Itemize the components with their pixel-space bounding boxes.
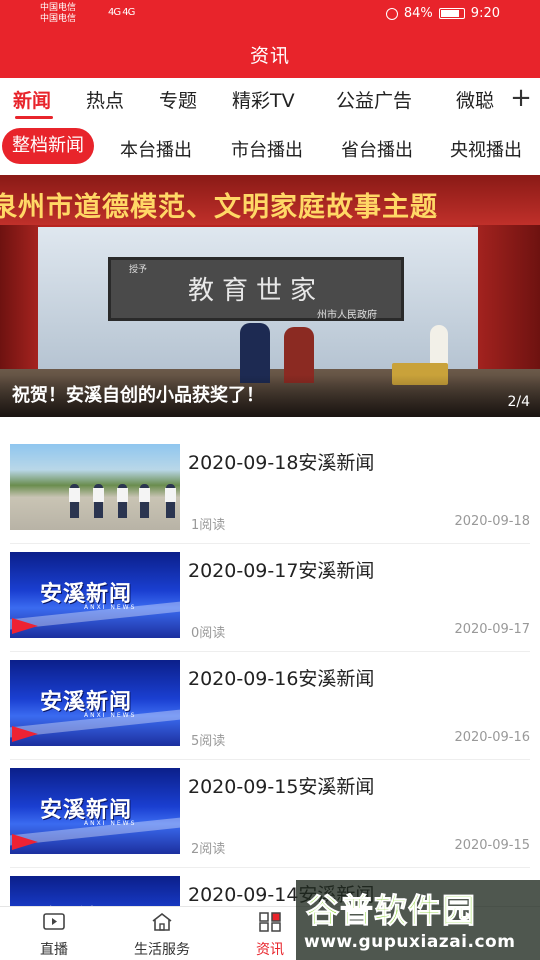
tab-micro[interactable]: 微聪 — [456, 86, 494, 113]
watermark-url: www.gupuxiazai.com — [304, 932, 516, 952]
carrier-name-1: 中国电信 — [40, 3, 77, 13]
banner-carousel[interactable]: 泉州市道德模范、文明家庭故事主题 授予 教育世家 州市人民政府 祝贺！安溪自创的… — [0, 175, 540, 417]
thumb-logo-en: ANXI NEWS — [84, 604, 137, 611]
tab-hot[interactable]: 热点 — [86, 86, 124, 113]
page-title: 资讯 — [249, 45, 290, 67]
list-item[interactable]: 安溪新闻 ANXI NEWS 2020-09-16安溪新闻 5阅读 2020-0… — [10, 652, 530, 760]
status-bar: 中国电信 中国电信 4G 4G 84% 9:20 — [0, 0, 540, 30]
nav-live[interactable]: 直播 — [0, 907, 108, 960]
thumb-logo-en: ANXI NEWS — [84, 712, 137, 719]
subtab-province[interactable]: 省台播出 — [341, 136, 413, 162]
carrier-name-2: 中国电信 — [40, 14, 77, 24]
news-thumbnail — [10, 444, 180, 530]
news-read-count: 2阅读 — [191, 842, 226, 857]
tab-news[interactable]: 新闻 — [13, 86, 51, 113]
news-date: 2020-09-18 — [454, 514, 530, 529]
news-title: 2020-09-17安溪新闻 — [188, 560, 375, 582]
list-item[interactable]: 安溪新闻 ANXI NEWS 2020-09-15安溪新闻 2阅读 2020-0… — [10, 760, 530, 868]
nav-life-services[interactable]: 生活服务 — [108, 907, 216, 960]
watermark-text: 谷普软件园 — [306, 891, 476, 931]
banner-caption: 祝贺！安溪自创的小品获奖了！ — [12, 385, 264, 406]
signal-icon: 4G 4G — [108, 7, 135, 18]
play-icon — [43, 913, 65, 930]
category-tabs: 新闻 热点 专题 精彩TV 公益广告 微聪 + — [0, 78, 540, 122]
subtab-cctv[interactable]: 央视播出 — [450, 136, 522, 162]
plaque-sub-text: 州市人民政府 — [317, 310, 377, 321]
watermark: 谷普软件园 www.gupuxiazai.com — [296, 880, 540, 960]
tab-public-ads[interactable]: 公益广告 — [336, 86, 412, 113]
news-date: 2020-09-16 — [454, 730, 530, 745]
status-right: 84% 9:20 — [385, 6, 500, 21]
plaque-main-text: 教育世家 — [187, 276, 324, 306]
tab-topics[interactable]: 专题 — [159, 86, 197, 113]
news-thumbnail: 安溪新闻 ANXI NEWS — [10, 552, 180, 638]
list-item[interactable]: 2020-09-18安溪新闻 1阅读 2020-09-18 — [10, 436, 530, 544]
news-date: 2020-09-15 — [454, 838, 530, 853]
battery-icon — [438, 8, 465, 19]
award-plaque: 授予 教育世家 州市人民政府 — [108, 257, 404, 321]
home-icon — [152, 912, 172, 931]
stage-headline: 泉州市道德模范、文明家庭故事主题 — [0, 192, 438, 223]
clock: 9:20 — [470, 6, 500, 21]
banner-page-counter: 2/4 — [507, 394, 530, 410]
subtab-local[interactable]: 本台播出 — [120, 136, 192, 162]
nav-label: 生活服务 — [134, 942, 190, 958]
subtab-full-news[interactable]: 整档新闻 — [2, 128, 94, 164]
news-thumbnail: 安溪新闻 ANXI NEWS — [10, 768, 180, 854]
news-read-count: 5阅读 — [191, 734, 226, 749]
carrier-info: 中国电信 中国电信 — [40, 3, 76, 25]
app-header: 中国电信 中国电信 4G 4G 84% 9:20 资讯 — [0, 0, 540, 78]
list-item[interactable]: 安溪新闻 ANXI NEWS 2020-09-17安溪新闻 0阅读 2020-0… — [10, 544, 530, 652]
news-title: 2020-09-15安溪新闻 — [188, 776, 375, 798]
tab-tv[interactable]: 精彩TV — [232, 86, 295, 113]
news-date: 2020-09-17 — [454, 622, 530, 637]
active-tab-indicator — [15, 116, 53, 119]
news-read-count: 0阅读 — [191, 626, 226, 641]
sub-tabs: 整档新闻 本台播出 市台播出 省台播出 央视播出 — [0, 122, 540, 172]
thumb-logo-en: ANXI NEWS — [84, 820, 137, 827]
subtab-city[interactable]: 市台播出 — [231, 136, 303, 162]
grid-icon — [259, 912, 281, 932]
person-figure — [240, 323, 270, 383]
news-thumbnail: 安溪新闻 ANXI NEWS — [10, 660, 180, 746]
news-read-count: 1阅读 — [191, 518, 226, 533]
nav-label: 直播 — [40, 942, 68, 958]
news-title: 2020-09-18安溪新闻 — [188, 452, 375, 474]
alarm-icon — [385, 7, 398, 20]
battery-fill — [440, 10, 459, 17]
news-title: 2020-09-16安溪新闻 — [188, 668, 375, 690]
add-tab-icon[interactable]: + — [502, 78, 540, 122]
battery-percent: 84% — [403, 6, 433, 21]
